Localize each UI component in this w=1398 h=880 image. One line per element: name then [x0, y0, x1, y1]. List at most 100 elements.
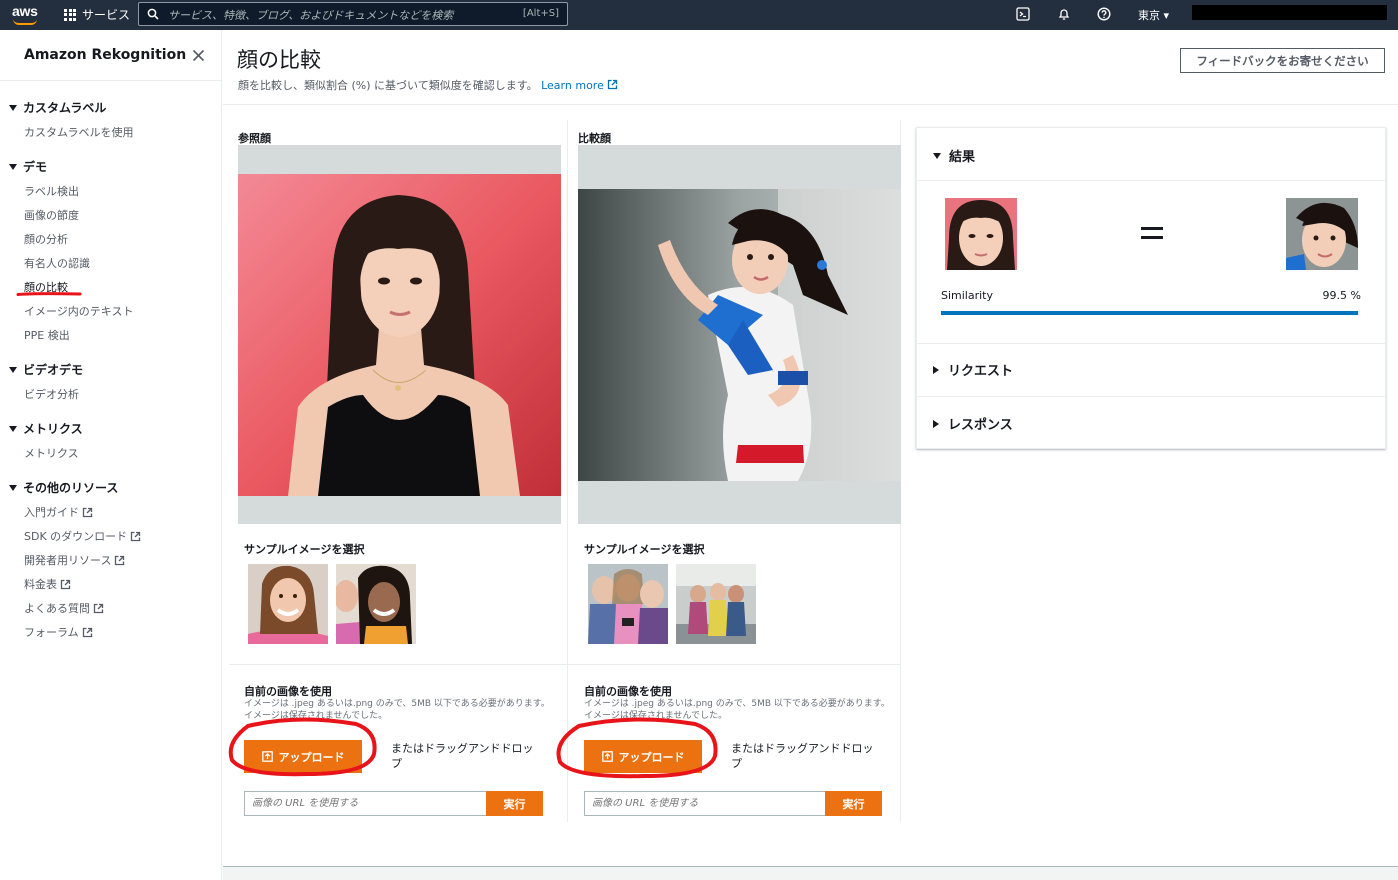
close-icon[interactable] [192, 49, 205, 62]
page-title: 顔の比較 [237, 48, 321, 72]
aws-smile-icon [13, 19, 37, 25]
grid-icon [64, 8, 76, 21]
cloudshell-icon[interactable] [1016, 7, 1030, 21]
caret-right-icon [933, 420, 939, 428]
comparison-face-crop [1286, 198, 1358, 270]
comparison-face-label: 比較顔 [578, 132, 611, 145]
sample-thumbnail-1[interactable] [248, 564, 328, 644]
own-image-description: イメージは .jpeg あるいは.png のみで、5MB 以下である必要がありま… [244, 699, 550, 721]
sidebar-title: Amazon Rekognition [24, 47, 187, 63]
caret-down-icon [9, 426, 17, 432]
feedback-button[interactable]: フィードバックをお寄せください [1180, 48, 1385, 73]
sidebar-item-use-custom-labels[interactable]: カスタムラベルを使用 [24, 124, 133, 140]
reference-photo [238, 174, 561, 496]
sidebar-section-demo[interactable]: デモ [9, 158, 47, 175]
sidebar-item-developer-resources[interactable]: 開発者用リソース [24, 552, 125, 568]
sidebar-item-getting-started[interactable]: 入門ガイド [24, 504, 93, 520]
comparison-photo [578, 189, 901, 481]
reference-face-panel: 参照顔 サンプルイメージを選択 自前の画像を使用 イメージは .jpeg あるい… [228, 120, 568, 822]
sample-thumbnail-3[interactable] [588, 564, 668, 644]
caret-down-icon [9, 105, 17, 111]
image-url-input[interactable] [244, 791, 487, 816]
upload-icon [261, 751, 273, 762]
upload-label: アップロード [618, 750, 685, 764]
panel-divider [562, 664, 900, 665]
reference-face-crop [945, 198, 1017, 270]
sidebar-item-image-moderation[interactable]: 画像の節度 [24, 207, 79, 223]
external-link-icon [131, 531, 141, 541]
caret-down-icon [9, 367, 17, 373]
search-icon [147, 8, 159, 20]
aws-logo[interactable]: aws [11, 3, 43, 27]
results-header[interactable]: 結果 [933, 146, 975, 165]
region-selector[interactable]: 東京 ▾ [1138, 7, 1169, 23]
aws-logo-text: aws [12, 3, 38, 19]
services-label: サービス [82, 8, 131, 22]
comparison-face-panel: 比較顔 サンプルイメージを選択 自前の画像を使用 イメージは .jpeg あるい… [556, 120, 901, 822]
sidebar-item-forum[interactable]: フォーラム [24, 624, 93, 640]
annotation-underline [16, 292, 82, 296]
run-button[interactable]: 実行 [825, 791, 882, 816]
sample-images-title: サンプルイメージを選択 [244, 543, 365, 556]
global-search-input[interactable]: サービス、特徴、ブログ、およびドキュメントなどを検索 [Alt+S] [138, 2, 568, 26]
help-icon[interactable] [1097, 7, 1111, 21]
sidebar-section-other-resources[interactable]: その他のリソース [9, 479, 118, 496]
equals-icon [1141, 227, 1163, 239]
bell-icon[interactable] [1057, 7, 1071, 21]
caret-down-icon [9, 485, 17, 491]
sidebar-item-celebrity-recognition[interactable]: 有名人の認識 [24, 255, 90, 271]
sidebar-item-label-detection[interactable]: ラベル検出 [24, 183, 79, 199]
reference-face-label: 参照顔 [238, 132, 271, 145]
external-link-icon [608, 79, 618, 90]
external-link-icon [60, 579, 71, 589]
external-link-icon [93, 603, 104, 613]
upload-label: アップロード [278, 750, 345, 764]
learn-more-link[interactable]: Learn more [541, 79, 618, 92]
account-menu-redacted[interactable] [1192, 5, 1387, 20]
run-button[interactable]: 実行 [486, 791, 543, 816]
search-placeholder: サービス、特徴、ブログ、およびドキュメントなどを検索 [168, 9, 454, 22]
results-divider [917, 396, 1385, 397]
footer-divider [223, 866, 1398, 880]
upload-button[interactable]: アップロード [584, 740, 702, 773]
request-expander[interactable]: リクエスト [933, 360, 1013, 379]
page-description: 顔を比較し、類似割合 (%) に基づいて類似度を確認します。 Learn mor… [238, 77, 618, 93]
sidebar-item-text-in-image[interactable]: イメージ内のテキスト [24, 303, 133, 319]
side-navigation: Amazon Rekognition カスタムラベル カスタムラベルを使用 デモ… [0, 30, 222, 880]
own-image-title: 自前の画像を使用 [244, 685, 332, 698]
upload-button[interactable]: アップロード [244, 740, 362, 773]
drag-drop-hint: またはドラッグアンドドロップ [731, 742, 874, 770]
sidebar-item-metrics[interactable]: メトリクス [24, 445, 79, 461]
similarity-value: 99.5 % [1322, 289, 1361, 302]
sidebar-item-faq[interactable]: よくある質問 [24, 600, 104, 616]
caret-down-icon [9, 164, 17, 170]
sample-thumbnail-4[interactable] [676, 564, 756, 644]
sidebar-item-face-analysis[interactable]: 顔の分析 [24, 231, 68, 247]
sample-images-title: サンプルイメージを選択 [584, 543, 705, 556]
sidebar-item-pricing[interactable]: 料金表 [24, 576, 71, 592]
sidebar-section-metrics[interactable]: メトリクス [9, 420, 83, 437]
search-shortcut: [Alt+S] [522, 8, 559, 19]
image-url-input[interactable] [584, 791, 827, 816]
sidebar-item-ppe-detection[interactable]: PPE 検出 [24, 327, 70, 343]
sidebar-section-video-demo[interactable]: ビデオデモ [9, 361, 83, 378]
sidebar-item-sdk-download[interactable]: SDK のダウンロード [24, 528, 141, 544]
similarity-progress-bar [941, 311, 1360, 315]
panel-divider [229, 664, 568, 665]
caret-down-icon [933, 153, 941, 159]
caret-right-icon [933, 366, 939, 374]
sidebar-item-video-analysis[interactable]: ビデオ分析 [24, 386, 79, 402]
results-panel: 結果 Similarity 99.5 % リクエスト レスポンス [916, 127, 1386, 449]
response-expander[interactable]: レスポンス [933, 414, 1013, 433]
header-divider [223, 104, 1398, 105]
drag-drop-hint: またはドラッグアンドドロップ [391, 742, 534, 770]
sidebar-divider [0, 80, 221, 81]
results-divider [917, 343, 1385, 344]
top-navigation-bar: aws サービス サービス、特徴、ブログ、およびドキュメントなどを検索 [Alt… [0, 0, 1398, 30]
sidebar-section-custom-labels[interactable]: カスタムラベル [9, 99, 106, 116]
similarity-label: Similarity [941, 289, 994, 302]
sample-thumbnail-2[interactable] [336, 564, 416, 644]
upload-icon [601, 751, 613, 762]
own-image-description: イメージは .jpeg あるいは.png のみで、5MB 以下である必要がありま… [584, 699, 890, 721]
services-menu-button[interactable]: サービス [64, 6, 130, 23]
